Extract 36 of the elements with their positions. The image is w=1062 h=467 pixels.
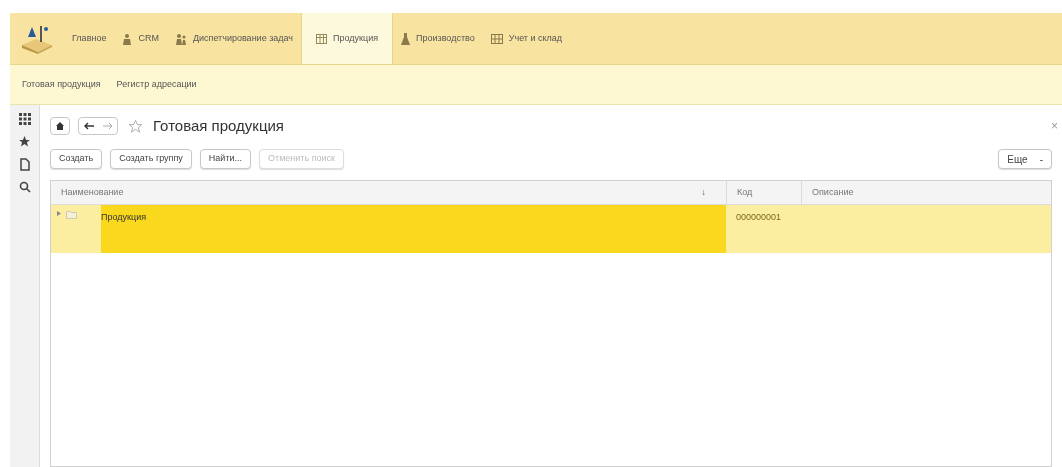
column-header[interactable]: Код xyxy=(726,181,801,204)
person-icon xyxy=(122,32,133,45)
section-tab[interactable]: CRM xyxy=(114,13,167,64)
section-tab[interactable]: Диспетчирование задач xyxy=(166,13,301,64)
home-button[interactable] xyxy=(50,117,70,135)
subsection-link[interactable]: Регистр адресации xyxy=(116,77,197,92)
caret-icon: - xyxy=(1039,151,1043,167)
form-title: Готовая продукция xyxy=(153,115,284,136)
back-arrow-icon[interactable] xyxy=(83,122,94,130)
shelf-icon xyxy=(490,33,503,44)
star-icon[interactable] xyxy=(18,135,31,148)
flask-icon xyxy=(401,32,411,45)
star-outline-icon[interactable] xyxy=(128,118,143,134)
document-icon[interactable] xyxy=(19,158,30,171)
section-tab[interactable]: Главное xyxy=(64,13,115,64)
section-tab[interactable]: Продукция xyxy=(301,13,394,64)
search-icon[interactable] xyxy=(18,181,31,193)
subsection-link[interactable]: Готовая продукция xyxy=(22,77,101,92)
expand-arrow-icon[interactable] xyxy=(57,211,61,216)
column-header[interactable]: Описание xyxy=(801,181,1051,204)
more-button[interactable]: Еще - xyxy=(998,149,1052,169)
toolbar-button[interactable]: Создать xyxy=(50,149,103,169)
sort-arrow-icon: ↓ xyxy=(701,185,706,200)
table-icon xyxy=(316,33,327,44)
home-icon xyxy=(56,122,64,130)
toolbar-button[interactable]: Создать группу xyxy=(110,149,192,169)
toolbar-button[interactable]: Найти... xyxy=(199,149,252,169)
table-cell-text: 000000001 xyxy=(735,211,783,224)
section-tab[interactable]: Производство xyxy=(393,13,483,64)
table-row[interactable]: Продукция 000000001 xyxy=(51,205,1051,253)
folder-icon xyxy=(66,211,77,219)
people-icon xyxy=(174,32,187,45)
table-cell: Продукция xyxy=(101,205,726,253)
grid-icon[interactable] xyxy=(18,113,31,125)
section-tab[interactable]: Учет и склад xyxy=(482,13,571,64)
column-label: Наименование xyxy=(61,185,124,199)
